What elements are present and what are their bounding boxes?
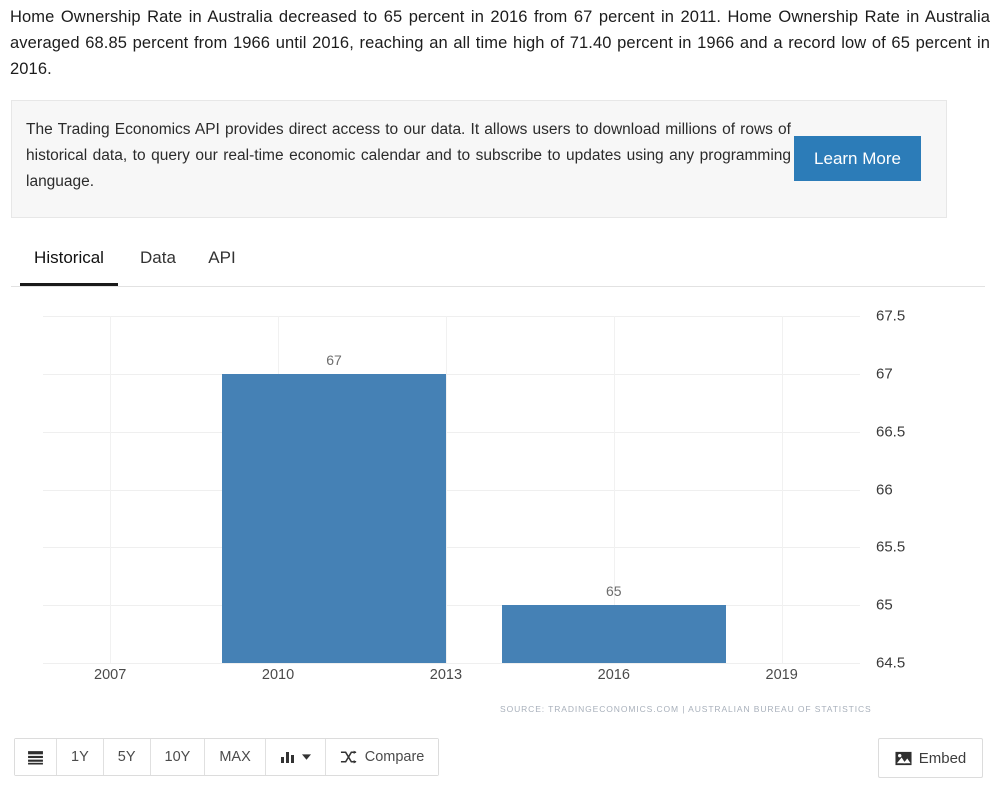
tab-api[interactable]: API: [199, 245, 245, 286]
x-axis-tick-label: 2010: [261, 667, 295, 683]
y-axis-tick-label: 66: [876, 481, 893, 498]
x-axis-tick-label: 2007: [94, 667, 127, 683]
chart-plot-area[interactable]: 67 65: [43, 316, 860, 664]
learn-more-button[interactable]: Learn More: [794, 136, 921, 181]
tab-api-label: API: [208, 248, 236, 267]
chevron-down-icon: [301, 753, 311, 761]
shuffle-icon: [340, 750, 357, 765]
bar-chart-icon: [280, 750, 296, 764]
x-axis-tick-label: 2013: [429, 667, 463, 683]
bar-value-label: 67: [326, 351, 342, 368]
home-ownership-rate-chart: 67 65 67.5 67 66.5 66 65.5 65 64.5 2007 2010 2013…: [0, 296, 1000, 726]
x-axis-tick-label: 2019: [765, 667, 798, 683]
bar-value-label: 65: [605, 583, 622, 600]
chart-bar[interactable]: [501, 605, 726, 663]
embed-button[interactable]: Embed: [878, 738, 983, 778]
range-1y-button[interactable]: 1Y: [57, 739, 104, 775]
y-axis-tick-label: 67: [876, 365, 893, 383]
chart-bar[interactable]: [221, 373, 446, 663]
tab-historical[interactable]: Historical: [20, 245, 118, 286]
gridline-horizontal: [43, 663, 860, 664]
y-axis-tick-label: 65: [876, 596, 893, 614]
chart-toolbar: 1Y 5Y 10Y MAX Compare: [14, 738, 440, 776]
compare-button[interactable]: Compare: [325, 739, 439, 775]
intro-paragraph: Home Ownership Rate in Australia decreas…: [10, 8, 990, 78]
gridline-vertical: [781, 316, 783, 663]
gridline-vertical: [110, 316, 112, 663]
range-10y-button[interactable]: 10Y: [150, 739, 206, 775]
gridline-horizontal: [43, 431, 860, 433]
tab-historical-label: Historical: [34, 248, 104, 267]
chart-source-attribution: SOURCE: TRADINGECONOMICS.COM | AUSTRALIA…: [500, 704, 872, 714]
x-axis-tick-label: 2016: [597, 667, 630, 683]
gridline-horizontal: [43, 605, 860, 607]
y-axis-tick-label: 67.5: [876, 307, 906, 325]
gridline-horizontal: [43, 316, 860, 317]
api-promo-text: The Trading Economics API provides direc…: [26, 121, 791, 190]
y-axis-tick-label: 64.5: [876, 654, 906, 672]
y-axis-tick-label: 66.5: [876, 423, 906, 441]
compare-label: Compare: [364, 749, 425, 765]
y-axis-tick-label: 65.5: [876, 538, 906, 556]
gridline-vertical: [445, 316, 447, 663]
chart-tabs: Historical Data API: [11, 245, 985, 287]
chart-type-dropdown[interactable]: [265, 739, 326, 775]
image-icon: [895, 751, 912, 766]
gridline-horizontal: [43, 489, 860, 491]
gridline-horizontal: [43, 373, 860, 375]
api-promo-banner: The Trading Economics API provides direc…: [11, 100, 947, 218]
tab-data-label: Data: [140, 248, 176, 267]
embed-label: Embed: [918, 749, 967, 767]
tab-data[interactable]: Data: [128, 245, 188, 286]
range-5y-button[interactable]: 5Y: [103, 739, 151, 775]
list-view-button[interactable]: [15, 739, 57, 775]
gridline-horizontal: [43, 547, 860, 549]
range-max-button[interactable]: MAX: [205, 739, 266, 775]
list-icon: [27, 749, 44, 766]
